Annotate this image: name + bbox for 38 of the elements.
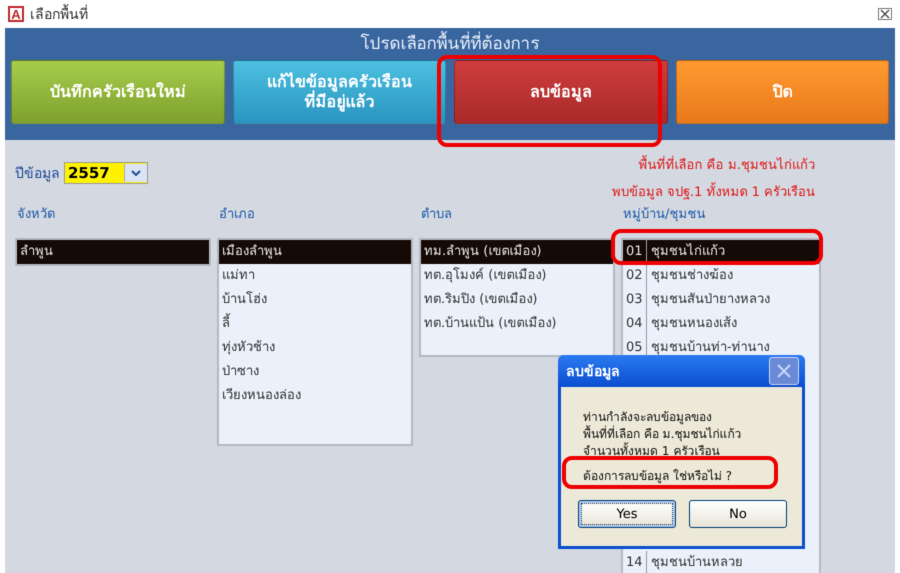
list-item[interactable]: เมืองลำพูน (219, 240, 411, 264)
dialog-message-line: จำนวนทั้งหมด 1 ครัวเรือน (583, 443, 720, 460)
list-item[interactable]: ทม.ลำพูน (เขตเมือง) (421, 240, 613, 264)
list-item[interactable]: ป่าซาง (219, 360, 411, 384)
list-heading: จังหวัด (16, 207, 56, 224)
list-heading: ตำบล (420, 207, 453, 224)
delete-button[interactable]: ลบข้อมูล (454, 60, 668, 124)
dialog-message-line: พื้นที่ที่เลือก คือ ม.ชุมชนไก่แก้ว (583, 426, 742, 442)
year-dropdown[interactable]: 2557 (64, 162, 148, 184)
list-item[interactable]: ทต.อุโมงค์ (เขตเมือง) (421, 264, 613, 288)
list-item[interactable]: 02 ชุมชนช่างฆ้อง (623, 264, 819, 288)
list-item[interactable]: เวียงหนองล่อง (219, 384, 411, 408)
list-box[interactable]: ทม.ลำพูน (เขตเมือง) ทต.อุโมงค์ (เขตเมือง) ทต.ริมปิง (เขตเมือง) ทต.บ้านแป้น (เขตเมือง) (419, 238, 615, 357)
list-heading: หมู่บ้าน/ชุมชน (622, 207, 706, 224)
list-box[interactable]: เมืองลำพูน แม่ทา บ้านโฮ่ง ลี้ ทุ่งหัวช้าง ป่าซาง เวียงหนองล่อง (217, 238, 413, 446)
list-item[interactable]: บ้านโฮ่ง (219, 288, 411, 312)
summary-text: พื้นที่ที่เลือก คือ ม.ชุมชนไก่แก้ว (638, 156, 815, 176)
summary-text: พบข้อมูล จปฐ.1 ทั้งหมด 1 ครัวเรือน (612, 183, 815, 203)
list-heading: อำเภอ (218, 207, 256, 224)
dialog-title: ลบข้อมูล (566, 363, 621, 382)
list-item[interactable]: ลี้ (219, 312, 411, 336)
list-item[interactable]: ทต.บ้านแป้น (เขตเมือง) (421, 312, 613, 336)
year-label: ปีข้อมูล (15, 165, 60, 184)
window-title: เลือกพื้นที่ (30, 3, 872, 25)
list-item[interactable]: ทุ่งหัวช้าง (219, 336, 411, 360)
chevron-down-icon (130, 170, 141, 176)
list-item[interactable]: ทต.ริมปิง (เขตเมือง) (421, 288, 613, 312)
prompt-text: โปรดเลือกพื้นที่ที่ต้องการ (360, 32, 540, 56)
list-item[interactable]: 03 ชุมชนสันป่ายางหลวง (623, 288, 819, 312)
dialog-button[interactable]: Yes (578, 500, 676, 528)
list-item[interactable]: แม่ทา (219, 264, 411, 288)
close-icon[interactable] (878, 8, 892, 20)
list-item[interactable]: 14 ชุมชนบ้านหลวย (623, 551, 819, 573)
app-icon: A (8, 6, 24, 22)
dialog-message-line: ต้องการลบข้อมูล ใช่หรือไม่ ? (583, 468, 733, 485)
list-item[interactable]: 04 ชุมชนหนองเส้ง (623, 312, 819, 336)
dialog-button[interactable]: No (689, 500, 787, 528)
dialog-message-line: ท่านกำลังจะลบข้อมูลของ (583, 409, 713, 425)
